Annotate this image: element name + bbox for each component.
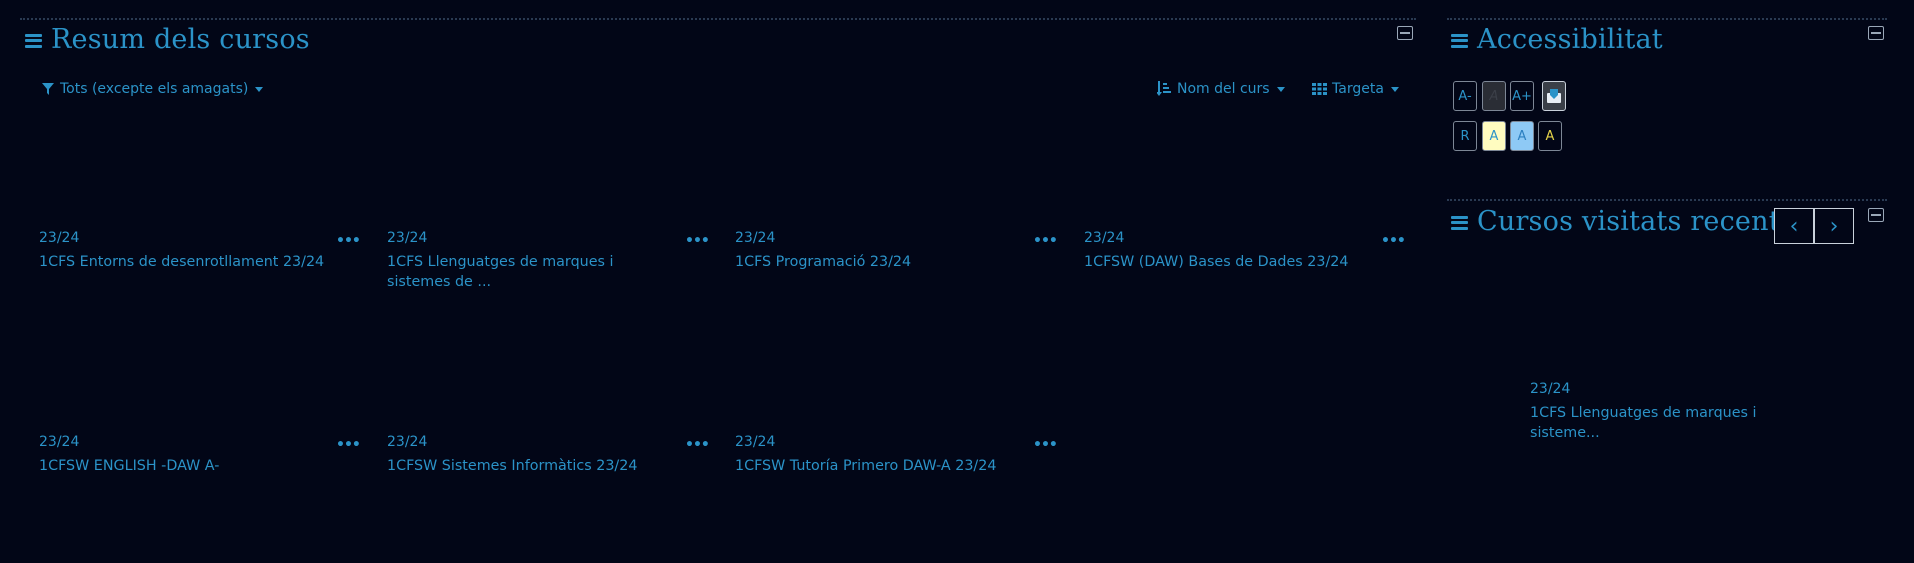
chevron-down-icon <box>255 86 264 92</box>
chevron-down-icon <box>1390 86 1399 92</box>
course-term: 23/24 <box>387 434 428 450</box>
course-term: 23/24 <box>387 230 428 246</box>
course-menu-icon[interactable]: ••• <box>1381 233 1406 249</box>
filter-icon <box>42 83 54 95</box>
menu-icon[interactable] <box>1451 33 1468 48</box>
course-name-link[interactable]: 1CFSW Tutoría Primero DAW-A 23/24 <box>735 456 1025 476</box>
course-overview-title: Resum dels cursos <box>25 24 310 55</box>
course-name-link[interactable]: 1CFSW (DAW) Bases de Dades 23/24 <box>1084 252 1374 272</box>
save-settings-button[interactable] <box>1542 81 1566 111</box>
course-menu-icon[interactable]: ••• <box>336 233 361 249</box>
sort-icon <box>1157 81 1171 96</box>
grid-icon <box>1312 83 1327 95</box>
chevron-down-icon <box>1276 86 1285 92</box>
collapse-block-icon[interactable] <box>1868 26 1884 40</box>
course-term: 23/24 <box>39 230 80 246</box>
course-card[interactable]: 23/24 1CFSW (DAW) Bases de Dades 23/24 <box>1084 230 1384 272</box>
course-menu-icon[interactable]: ••• <box>336 437 361 453</box>
block-divider <box>20 18 1416 20</box>
course-card[interactable]: 23/24 1CFS Llenguatges de marques i sist… <box>387 230 687 292</box>
font-reset-button[interactable]: A <box>1482 81 1506 111</box>
course-card[interactable]: 23/24 1CFSW Tutoría Primero DAW-A 23/24 <box>735 434 1035 476</box>
view-dropdown[interactable]: Targeta <box>1312 81 1399 97</box>
course-term: 23/24 <box>735 434 776 450</box>
color-dark-button[interactable]: A <box>1538 121 1562 151</box>
font-increase-button[interactable]: A+ <box>1510 81 1534 111</box>
carousel-next-button[interactable]: › <box>1814 208 1854 244</box>
menu-icon[interactable] <box>1451 215 1468 230</box>
sort-label: Nom del curs <box>1177 81 1270 97</box>
collapse-block-icon[interactable] <box>1868 208 1884 222</box>
course-card[interactable]: 23/24 1CFS Programació 23/24 <box>735 230 1035 272</box>
course-name-link[interactable]: 1CFS Llenguatges de marques i sisteme... <box>1530 403 1820 443</box>
course-term: 23/24 <box>1530 381 1571 397</box>
course-name-link[interactable]: 1CFSW ENGLISH -DAW A- <box>39 456 329 476</box>
filter-dropdown[interactable]: Tots (excepte els amagats) <box>42 81 264 97</box>
course-term: 23/24 <box>39 434 80 450</box>
color-yellow-button[interactable]: A <box>1482 121 1506 151</box>
course-card[interactable]: 23/24 1CFS Entorns de desenrotllament 23… <box>39 230 339 272</box>
font-decrease-button[interactable]: A- <box>1453 81 1477 111</box>
course-card[interactable]: 23/24 1CFSW Sistemes Informàtics 23/24 <box>387 434 687 476</box>
menu-icon[interactable] <box>25 33 42 48</box>
course-name-link[interactable]: 1CFS Programació 23/24 <box>735 252 1025 272</box>
course-term: 23/24 <box>735 230 776 246</box>
filter-label: Tots (excepte els amagats) <box>60 81 249 97</box>
block-divider <box>1447 18 1887 20</box>
accessibility-title-text: Accessibilitat <box>1477 24 1663 55</box>
color-blue-button[interactable]: A <box>1510 121 1534 151</box>
course-name-link[interactable]: 1CFS Llenguatges de marques i sistemes d… <box>387 252 677 292</box>
course-name-link[interactable]: 1CFS Entorns de desenrotllament 23/24 <box>39 252 329 272</box>
color-reset-button[interactable]: R <box>1453 121 1477 151</box>
save-icon <box>1547 89 1561 103</box>
accessibility-title: Accessibilitat <box>1451 24 1663 55</box>
sort-dropdown[interactable]: Nom del curs <box>1157 81 1285 97</box>
course-menu-icon[interactable]: ••• <box>685 233 710 249</box>
carousel-prev-button[interactable]: ‹ <box>1774 208 1814 244</box>
collapse-block-icon[interactable] <box>1397 26 1413 40</box>
recent-course-card[interactable]: 23/24 1CFS Llenguatges de marques i sist… <box>1530 381 1830 443</box>
course-term: 23/24 <box>1084 230 1125 246</box>
course-overview-title-text: Resum dels cursos <box>51 24 310 55</box>
course-menu-icon[interactable]: ••• <box>1033 233 1058 249</box>
course-menu-icon[interactable]: ••• <box>685 437 710 453</box>
course-card[interactable]: 23/24 1CFSW ENGLISH -DAW A- <box>39 434 339 476</box>
view-label: Targeta <box>1332 81 1384 97</box>
course-name-link[interactable]: 1CFSW Sistemes Informàtics 23/24 <box>387 456 677 476</box>
course-menu-icon[interactable]: ••• <box>1033 437 1058 453</box>
